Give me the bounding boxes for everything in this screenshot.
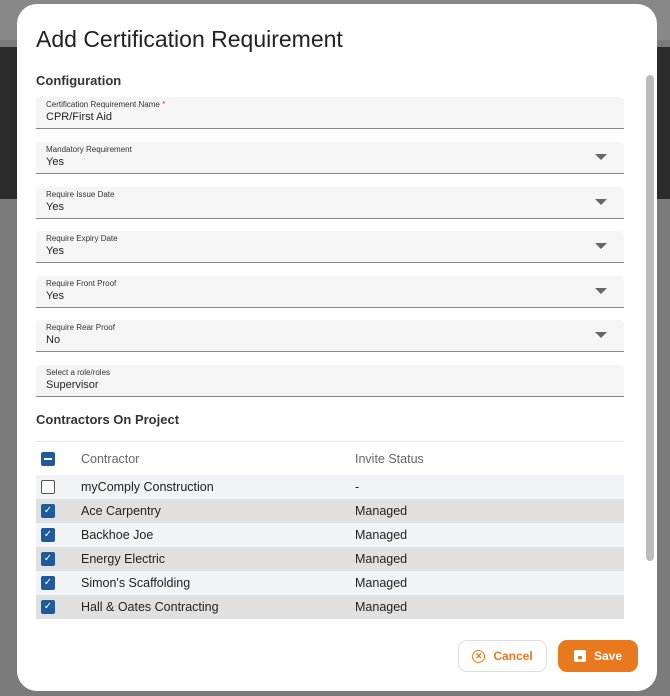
field-label: Require Expiry Date	[46, 234, 118, 243]
field-value: Yes	[46, 245, 64, 257]
invite-status: -	[355, 480, 360, 494]
row-checkbox[interactable]	[41, 480, 55, 494]
role-select[interactable]: Select a role/roles Supervisor	[36, 365, 624, 397]
dropdown-arrow-icon	[595, 332, 607, 338]
dropdown-arrow-icon	[595, 243, 607, 249]
dropdown-arrow-icon	[595, 154, 607, 160]
contractors-heading: Contractors On Project	[36, 412, 180, 427]
table-row[interactable]: ✓ Ace Carpentry Managed	[36, 499, 624, 523]
contractor-name: Simon's Scaffolding	[81, 576, 191, 590]
field-label: Select a role/roles	[46, 368, 111, 377]
required-mark: *	[162, 100, 166, 109]
dropdown-arrow-icon	[595, 199, 607, 205]
contractor-name: Backhoe Joe	[81, 528, 154, 542]
table-header: Contractor Invite Status	[36, 441, 624, 475]
require-issue-date-select[interactable]: Require Issue Date Yes	[36, 187, 624, 219]
require-expiry-date-select[interactable]: Require Expiry Date Yes	[36, 231, 624, 263]
table-row[interactable]: ✓ Hall & Oates Contracting Managed	[36, 595, 624, 619]
contractors-table: Contractor Invite Status myComply Constr…	[36, 441, 624, 619]
configuration-heading: Configuration	[36, 73, 122, 88]
cancel-button[interactable]: ✕ Cancel	[458, 640, 547, 672]
table-row[interactable]: ✓ Energy Electric Managed	[36, 547, 624, 571]
field-value: CPR/First Aid	[46, 111, 113, 123]
dialog-title: Add Certification Requirement	[36, 26, 343, 52]
cancel-label: Cancel	[493, 649, 533, 663]
field-label: Require Rear Proof	[46, 323, 115, 332]
invite-status: Managed	[355, 528, 408, 542]
field-value: No	[46, 334, 61, 346]
contractor-name: Hall & Oates Contracting	[81, 600, 219, 614]
table-row[interactable]: myComply Construction -	[36, 475, 624, 499]
dropdown-arrow-icon	[595, 288, 607, 294]
scrollbar[interactable]	[646, 75, 654, 561]
row-checkbox[interactable]: ✓	[41, 552, 55, 566]
require-rear-proof-select[interactable]: Require Rear Proof No	[36, 320, 624, 352]
certification-name-input[interactable]: Certification Requirement Name * CPR/Fir…	[36, 97, 624, 129]
contractor-name: myComply Construction	[81, 480, 214, 494]
field-label: Certification Requirement Name	[46, 100, 160, 109]
save-button[interactable]: Save	[558, 640, 638, 672]
column-header-invite-status: Invite Status	[355, 452, 424, 466]
column-header-contractor: Contractor	[81, 452, 140, 466]
invite-status: Managed	[355, 552, 408, 566]
invite-status: Managed	[355, 576, 408, 590]
invite-status: Managed	[355, 600, 408, 614]
floppy-disk-icon	[573, 650, 586, 662]
field-value: Yes	[46, 290, 64, 302]
row-checkbox[interactable]: ✓	[41, 600, 55, 614]
add-certification-dialog: Add Certification Requirement Configurat…	[17, 4, 657, 691]
select-all-checkbox[interactable]	[41, 452, 55, 466]
field-value: Yes	[46, 156, 64, 168]
cancel-circle-icon: ✕	[472, 649, 486, 663]
contractor-name: Energy Electric	[81, 552, 166, 566]
mandatory-requirement-select[interactable]: Mandatory Requirement Yes	[36, 142, 624, 174]
row-checkbox[interactable]: ✓	[41, 528, 55, 542]
background-panel-right	[656, 47, 670, 199]
contractor-name: Ace Carpentry	[81, 504, 161, 518]
field-label: Require Front Proof	[46, 279, 117, 288]
field-value: Supervisor	[46, 379, 99, 391]
field-value: Yes	[46, 201, 64, 213]
field-label: Mandatory Requirement	[46, 145, 132, 154]
save-label: Save	[593, 649, 623, 663]
table-row[interactable]: ✓ Backhoe Joe Managed	[36, 523, 624, 547]
invite-status: Managed	[355, 504, 408, 518]
row-checkbox[interactable]: ✓	[41, 576, 55, 590]
require-front-proof-select[interactable]: Require Front Proof Yes	[36, 276, 624, 308]
row-checkbox[interactable]: ✓	[41, 504, 55, 518]
field-label: Require Issue Date	[46, 190, 115, 199]
table-row[interactable]: ✓ Simon's Scaffolding Managed	[36, 571, 624, 595]
